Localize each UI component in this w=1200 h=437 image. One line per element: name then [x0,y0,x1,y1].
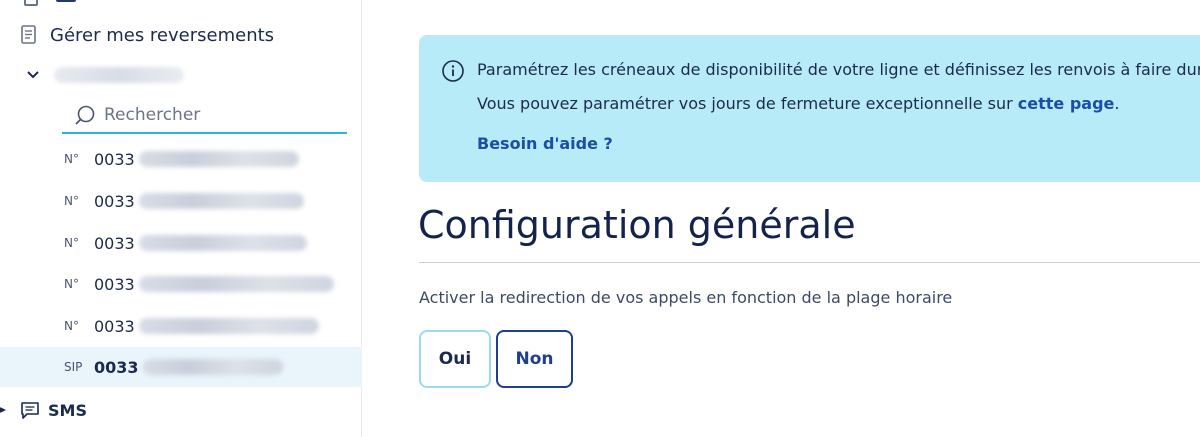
info-icon [442,60,464,82]
cut-off-label [56,0,76,2]
caret-right-icon [0,407,6,413]
line-item[interactable]: N° 0033 [0,181,362,221]
info-text: Paramétrez les créneaux de disponibilité… [477,60,1200,79]
chevron-down-icon [27,71,39,79]
line-item[interactable]: N° 0033 [0,223,362,263]
line-number: 0033 [94,149,135,169]
line-prefix: N° [64,152,79,166]
line-number-redacted [138,235,307,251]
line-item[interactable]: N° 0033 [0,264,362,304]
sidebar-item-label: SMS [48,400,87,420]
no-button[interactable]: Non [496,330,573,388]
closure-page-link[interactable]: cette page [1018,94,1115,113]
line-prefix: N° [64,319,79,333]
document-icon [24,0,38,6]
info-banner: Paramétrez les créneaux de disponibilité… [419,35,1200,182]
line-prefix: N° [64,194,79,208]
line-number-redacted [138,276,334,292]
line-number: 0033 [94,233,135,253]
line-prefix: N° [64,277,79,291]
line-number: 0033 [94,274,135,294]
line-number-redacted [142,359,283,375]
main-content: Paramétrez les créneaux de disponibilité… [363,0,1200,437]
account-name-redacted [54,67,184,83]
info-text-part: . [1114,94,1120,113]
line-number: 0033 [94,316,135,336]
line-item-active[interactable]: SIP 0033 [0,347,362,387]
page-title-cut-off [618,0,778,4]
info-text-part: Vous pouvez paramétrer vos jours de ferm… [477,94,1018,113]
sidebar-item-cut-off[interactable] [14,0,344,8]
search-icon [75,105,95,125]
search-input[interactable] [104,105,334,125]
sidebar-item-sms[interactable]: SMS [0,396,87,424]
line-item[interactable]: N° 0033 [0,306,362,346]
line-number-redacted [138,193,304,209]
chat-icon [21,402,39,419]
line-number-redacted [138,318,319,334]
yes-button[interactable]: Oui [419,330,491,388]
line-prefix: N° [64,236,79,250]
divider [419,262,1200,263]
line-number: 0033 [94,357,139,377]
document-icon [21,25,36,44]
redirect-question: Activer la redirection de vos appels en … [419,288,953,307]
sidebar-item-reversements[interactable]: Gérer mes reversements [20,20,274,50]
section-title: Configuration générale [418,203,856,247]
info-text-closures: Vous pouvez paramétrer vos jours de ferm… [477,94,1119,113]
search-field[interactable] [62,98,347,134]
help-link[interactable]: Besoin d'aide ? [477,134,613,153]
line-number-redacted [138,151,299,167]
sidebar-item-label: Gérer mes reversements [50,24,275,46]
line-number: 0033 [94,191,135,211]
line-prefix: SIP [64,360,83,374]
line-item[interactable]: N° 0033 [0,139,362,179]
sidebar: Gérer mes reversements N° 0033 N° 0033 N… [0,0,362,437]
cut-off-text [419,428,1119,437]
account-toggle[interactable] [26,62,184,88]
